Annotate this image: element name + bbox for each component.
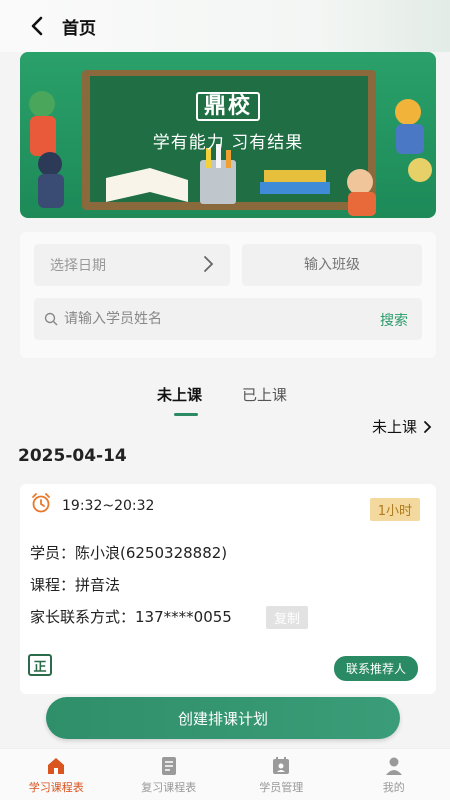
- parent-contact-value: 137****0055: [135, 608, 232, 626]
- contact-referrer-button[interactable]: 联系推荐人: [333, 656, 418, 681]
- document-icon: [161, 756, 176, 775]
- status-filter-link[interactable]: 未上课: [372, 416, 432, 437]
- nav-item-mine[interactable]: 我的: [338, 749, 450, 800]
- lesson-time: 19:32~20:32: [62, 498, 155, 514]
- parent-contact-label: 家长联系方式：: [30, 608, 136, 626]
- chevron-right-icon: [202, 254, 214, 278]
- search-button[interactable]: 搜索: [380, 310, 408, 330]
- student-search-bar: 搜索: [34, 298, 422, 340]
- chevron-right-icon: [424, 420, 432, 433]
- duration-badge: 1小时: [369, 498, 420, 521]
- alarm-clock-icon: [30, 492, 52, 514]
- date-picker-label: 选择日期: [50, 258, 106, 274]
- formal-badge: 正: [28, 654, 52, 676]
- promo-banner[interactable]: 鼎校 学有能力 习有结果: [20, 52, 436, 218]
- bottom-nav: 学习课程表 复习课程表 学员管理 我的: [0, 748, 450, 800]
- active-tab-indicator: [174, 413, 198, 416]
- status-filter-label: 未上课: [371, 418, 417, 436]
- home-icon: [48, 757, 65, 774]
- calendar-user-icon: [273, 756, 290, 774]
- student-row: 学员：陈小浪(6250328882): [30, 542, 227, 563]
- filter-panel: 选择日期 搜索: [20, 232, 436, 358]
- nav-label: 学习课程表: [28, 780, 84, 794]
- parent-contact-row: 家长联系方式：137****0055: [30, 606, 232, 627]
- nav-label: 复习课程表: [141, 780, 197, 794]
- banner-slogan: 学有能力 习有结果: [152, 133, 304, 153]
- tab-not-attended[interactable]: 未上课: [157, 384, 202, 405]
- create-schedule-button[interactable]: 创建排课计划: [46, 697, 400, 739]
- lesson-status-tabs: 未上课 已上课: [0, 384, 450, 420]
- top-bar: 首页: [0, 0, 450, 52]
- lesson-card[interactable]: 19:32~20:32 1小时 学员：陈小浪(6250328882) 课程：拼音…: [20, 484, 436, 694]
- nav-item-review-schedule[interactable]: 复习课程表: [113, 749, 226, 800]
- class-input[interactable]: [242, 244, 422, 286]
- course-label: 课程：: [30, 576, 76, 594]
- tab-attended[interactable]: 已上课: [242, 384, 287, 405]
- back-arrow-icon[interactable]: [26, 15, 48, 37]
- student-name-input[interactable]: [64, 311, 364, 327]
- search-icon: [44, 312, 58, 326]
- date-picker[interactable]: 选择日期: [34, 244, 230, 286]
- brand-logo: 鼎校: [20, 88, 436, 121]
- page-title: 首页: [62, 18, 96, 39]
- student-value: 陈小浪(6250328882): [75, 544, 228, 562]
- student-label: 学员：: [30, 544, 76, 562]
- nav-item-student-management[interactable]: 学员管理: [225, 749, 338, 800]
- course-row: 课程：拼音法: [30, 574, 120, 595]
- nav-label: 我的: [382, 780, 405, 794]
- date-heading: 2025-04-14: [18, 446, 127, 466]
- nav-item-study-schedule[interactable]: 学习课程表: [0, 749, 113, 800]
- person-icon: [385, 757, 402, 775]
- copy-button[interactable]: 复制: [266, 606, 309, 629]
- nav-label: 学员管理: [259, 780, 304, 794]
- course-value: 拼音法: [75, 576, 121, 594]
